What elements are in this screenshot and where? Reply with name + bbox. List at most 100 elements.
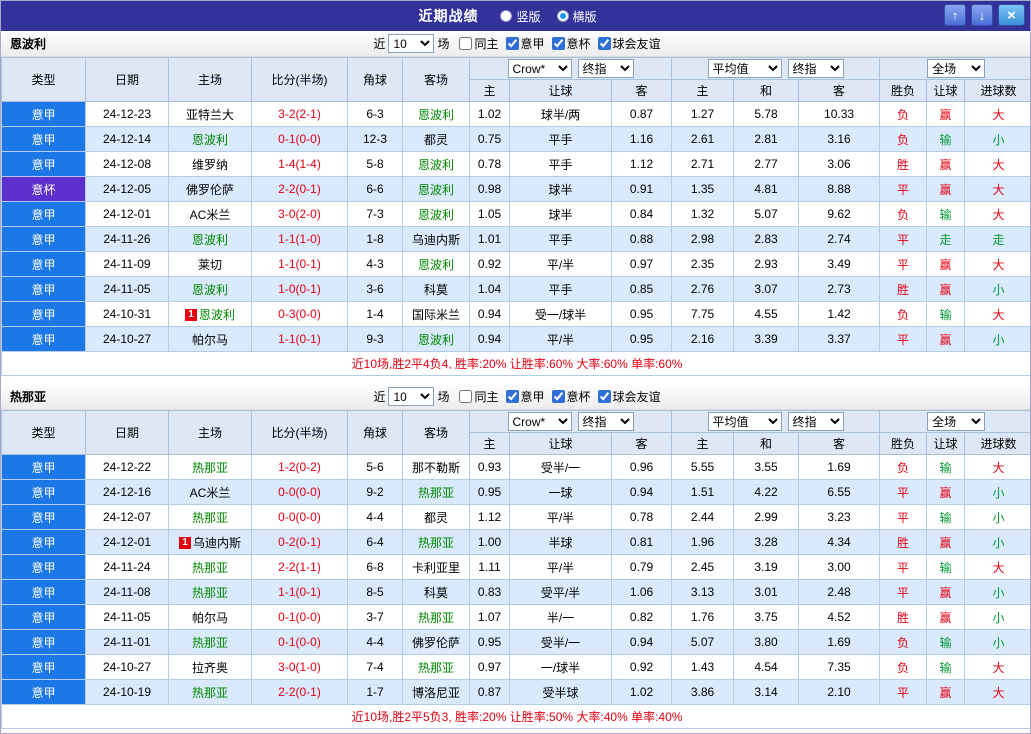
match-count-select[interactable]: 10 [388,387,435,406]
scope-select[interactable]: 全场 [927,412,986,431]
home-team-cell: 1 乌迪内斯 [168,529,252,555]
team-label: 都灵 [423,132,448,147]
col-type: 类型 [1,410,86,455]
score-cell: 0-1(0-0) [251,629,348,655]
col-goals: 进球数 [964,79,1030,102]
euro-home-odds-cell: 1.76 [671,604,735,630]
close-icon: × [1007,6,1016,24]
scroll-up-button[interactable]: ↑ [944,4,966,26]
euro-draw-odds-cell: 4.22 [733,479,800,505]
euro-source-select[interactable]: 平均值 [707,59,782,78]
asian-stage-select[interactable]: 终指 [577,412,634,431]
home-team-cell: 热那亚 [168,504,252,530]
asian-handicap-cell: 平/半 [509,326,612,352]
euro-stage-select[interactable]: 终指 [787,59,844,78]
euro-away-odds-cell: 10.33 [798,101,881,127]
euro-draw-odds-cell: 3.39 [733,326,800,352]
filter-same-home-label: 同主 [474,37,499,51]
team-label: 恩波利 [417,182,454,197]
filter-club-friendly-checkbox[interactable] [597,390,611,403]
euro-home-odds-cell: 1.35 [671,176,735,202]
match-count-select[interactable]: 10 [388,34,435,53]
euro-away-odds-cell: 3.37 [798,326,881,352]
filter-club-friendly[interactable]: 球会友谊 [597,35,661,52]
col-euro-draw: 和 [733,79,800,102]
corner-cell: 6-4 [347,529,403,555]
team-name: 热那亚 [10,390,47,404]
away-team-cell: 科莫 [402,579,470,605]
euro-away-odds-cell: 4.52 [798,604,881,630]
layout-vertical-option[interactable]: 竖版 [500,8,541,25]
filter-coppa-italia-checkbox[interactable] [551,37,565,50]
asian-home-odds-cell: 0.94 [469,301,510,327]
asian-source-select[interactable]: Crow* [507,59,572,78]
team-label: 热那亚 [191,510,228,525]
euro-away-odds-cell: 3.00 [798,554,881,580]
scroll-down-button[interactable]: ↓ [971,4,993,26]
result-cell: 平 [879,479,928,505]
match-row: 意甲 24-11-05 帕尔马 0-1(0-0) 3-7 热那亚 1.07 半/一 0.82 1.… [1,604,1030,630]
asian-away-odds-cell: 0.92 [610,654,673,680]
radio-unselected-icon[interactable] [500,10,513,22]
red-card-badge: 1 [184,309,197,322]
filter-same-home-checkbox[interactable] [459,390,473,403]
team-label: 科莫 [423,585,448,600]
col-date: 日期 [85,57,169,102]
euro-home-odds-cell: 2.61 [671,126,735,152]
summary-text: 近10场,胜2平4负4, 胜率:20% 让胜率:60% 大率:60% 单率:60… [1,351,1030,376]
titlebar: 近期战绩 竖版 横版 ↑ ↓ × [1,1,1030,31]
away-team-cell: 恩波利 [402,151,470,177]
euro-draw-odds-cell: 2.83 [733,226,800,252]
filter-club-friendly-checkbox[interactable] [597,37,611,50]
col-result: 胜负 [879,79,928,102]
filter-serie-a[interactable]: 意甲 [505,388,545,405]
radio-selected-icon[interactable] [556,10,569,22]
filter-coppa-italia[interactable]: 意杯 [551,388,591,405]
date-cell: 24-10-19 [85,679,169,705]
window-title: 近期战绩 [418,8,479,24]
filter-same-home[interactable]: 同主 [459,388,499,405]
filter-coppa-italia-checkbox[interactable] [551,390,565,403]
handicap-result-cell: 赢 [926,679,966,705]
scope-header: 全场 [879,410,1030,433]
euro-draw-odds-cell: 3.80 [733,629,800,655]
scope-select[interactable]: 全场 [927,59,986,78]
score-cell: 3-2(2-1) [251,101,348,127]
date-cell: 24-12-05 [85,176,169,202]
filter-coppa-italia[interactable]: 意杯 [551,35,591,52]
away-team-cell: 热那亚 [402,604,470,630]
away-team-cell: 国际米兰 [402,301,470,327]
filter-same-home[interactable]: 同主 [459,35,499,52]
layout-horizontal-option[interactable]: 横版 [556,8,597,25]
asian-away-odds-cell: 0.84 [610,201,673,227]
euro-home-odds-cell: 2.16 [671,326,735,352]
league-cell: 意甲 [1,226,86,252]
team-label: 国际米兰 [411,307,460,322]
euro-home-odds-cell: 1.51 [671,479,735,505]
col-goals: 进球数 [964,432,1030,455]
filter-same-home-checkbox[interactable] [459,37,473,50]
score-cell: 0-2(0-1) [251,529,348,555]
euro-source-select[interactable]: 平均值 [707,412,782,431]
asian-stage-select[interactable]: 终指 [577,59,634,78]
date-cell: 24-10-27 [85,654,169,680]
match-row: 意杯 24-12-05 佛罗伦萨 2-2(0-1) 6-6 恩波利 0.98 球半 0.91 1.… [1,176,1030,202]
asian-away-odds-cell: 0.87 [610,101,673,127]
filter-serie-a-checkbox[interactable] [505,390,519,403]
col-home: 主场 [168,57,252,102]
handicap-result-cell: 赢 [926,529,966,555]
filter-club-friendly[interactable]: 球会友谊 [597,388,661,405]
col-euro-away: 客 [798,432,881,455]
euro-draw-odds-cell: 4.54 [733,654,800,680]
home-team-cell: 拉齐奥 [168,654,252,680]
team-label: 维罗纳 [191,157,228,172]
team-label: 恩波利 [191,132,228,147]
filter-serie-a[interactable]: 意甲 [505,35,545,52]
corner-cell: 1-7 [347,679,403,705]
filter-serie-a-checkbox[interactable] [505,37,519,50]
asian-source-select[interactable]: Crow* [507,412,572,431]
close-button[interactable]: × [998,4,1025,26]
euro-away-odds-cell: 2.73 [798,276,881,302]
euro-stage-select[interactable]: 终指 [787,412,844,431]
home-team-cell: 恩波利 [168,126,252,152]
